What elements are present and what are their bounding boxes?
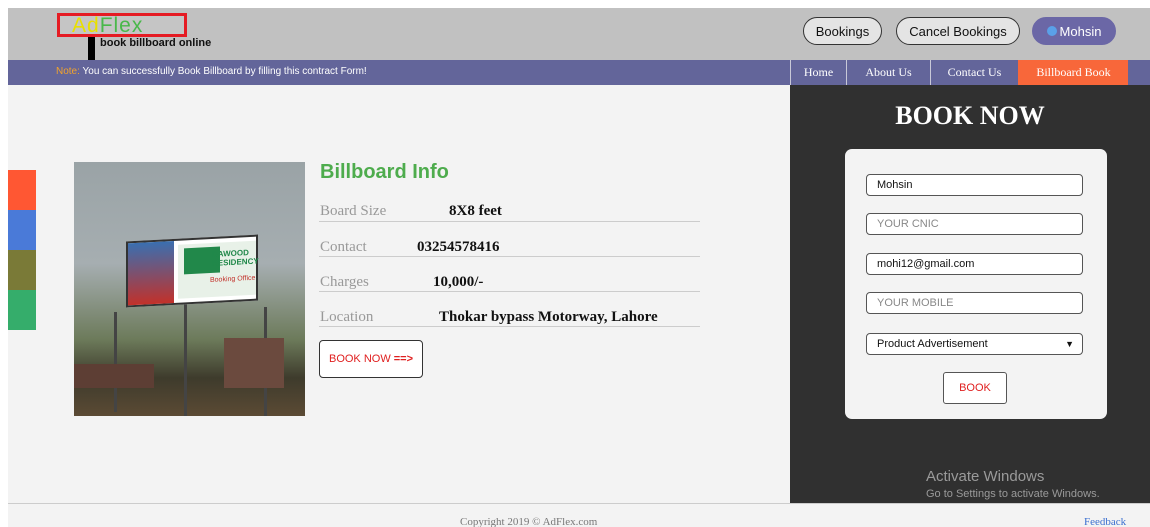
mobile-field[interactable]: YOUR MOBILE: [866, 292, 1083, 314]
board-size-value: 8X8 feet: [449, 203, 502, 219]
charges-label: Charges: [320, 274, 369, 290]
cnic-field[interactable]: YOUR CNIC: [866, 213, 1083, 235]
contact-label: Contact: [320, 239, 367, 255]
feedback-link[interactable]: Feedback: [1084, 516, 1126, 527]
logo-ad: Ad: [72, 14, 100, 37]
billboard-info-title: Billboard Info: [320, 161, 449, 183]
divider: [319, 256, 700, 257]
tagline: book billboard online: [100, 37, 212, 49]
nav-contact-us[interactable]: Contact Us: [930, 60, 1018, 85]
header: AdFlex book billboard online Bookings Ca…: [8, 8, 1150, 60]
logo-bar: [88, 37, 95, 60]
pole: [114, 312, 117, 412]
billboard-photo: DAWOOD RESIDENCY Booking Office: [74, 162, 305, 416]
side-bar-1[interactable]: [8, 170, 36, 210]
booking-panel-title: BOOK NOW: [895, 101, 1045, 130]
booking-form: Mohsin YOUR CNIC mohi12@gmail.com YOUR M…: [845, 149, 1107, 419]
side-bar-4[interactable]: [8, 290, 36, 330]
charges-value: 10,000/-: [433, 274, 484, 290]
arrow-icon: ==>: [393, 353, 413, 365]
chevron-down-icon: ▼: [1065, 339, 1074, 349]
nav-home[interactable]: Home: [790, 60, 846, 85]
nav-billboard-book[interactable]: Billboard Book: [1018, 60, 1128, 85]
booking-panel: BOOK NOW Mohsin YOUR CNIC mohi12@gmail.c…: [790, 85, 1150, 503]
watermark-line2: Go to Settings to activate Windows.: [926, 488, 1100, 500]
ad-type-value: Product Advertisement: [877, 338, 988, 350]
board-size-label: Board Size: [320, 203, 387, 219]
ad-type-select[interactable]: Product Advertisement ▼: [866, 333, 1083, 355]
side-bar-3[interactable]: [8, 250, 36, 290]
book-submit-button[interactable]: BOOK: [943, 372, 1007, 404]
email-field[interactable]: mohi12@gmail.com: [866, 253, 1083, 275]
nav-about-us[interactable]: About Us: [846, 60, 930, 85]
main-menu: Home About Us Contact Us Billboard Book: [790, 60, 1128, 85]
notice: Note: You can successfully Book Billboar…: [56, 66, 367, 77]
cancel-bookings-button[interactable]: Cancel Bookings: [896, 17, 1020, 45]
notice-label: Note:: [56, 66, 80, 77]
footer: Copyright 2019 © AdFlex.com Feedback: [8, 503, 1150, 527]
user-icon: [1046, 26, 1057, 36]
divider: [319, 291, 700, 292]
divider: [319, 326, 700, 327]
page: AdFlex book billboard online Bookings Ca…: [0, 0, 1150, 527]
logo-text: AdFlex: [72, 14, 143, 38]
logo[interactable]: AdFlex: [57, 13, 187, 37]
billboard-sign-text: DAWOOD RESIDENCY: [212, 248, 259, 268]
location-label: Location: [320, 309, 374, 325]
contact-value: 03254578416: [417, 239, 500, 255]
side-bar-2[interactable]: [8, 210, 36, 250]
user-name: Mohsin: [1059, 23, 1102, 39]
watermark-line1: Activate Windows: [926, 468, 1045, 485]
notice-text: You can successfully Book Billboard by f…: [79, 66, 367, 77]
book-now-label: BOOK NOW: [328, 353, 391, 365]
billboard-left-panel: [128, 240, 174, 306]
billboard-sign: DAWOOD RESIDENCY Booking Office: [126, 234, 259, 308]
location-value: Thokar bypass Motorway, Lahore: [439, 309, 658, 325]
navbar: Note: You can successfully Book Billboar…: [8, 60, 1150, 85]
building: [74, 364, 154, 388]
building: [224, 338, 284, 388]
copyright: Copyright 2019 © AdFlex.com: [460, 516, 598, 527]
logo-flex: Flex: [99, 14, 144, 37]
windows-watermark: Activate Windows Go to Settings to activ…: [926, 468, 1100, 500]
bookings-button[interactable]: Bookings: [803, 17, 882, 45]
divider: [319, 221, 700, 222]
name-field[interactable]: Mohsin: [866, 174, 1083, 196]
book-now-button[interactable]: BOOK NOW ==>: [319, 340, 423, 378]
user-menu-button[interactable]: Mohsin: [1032, 17, 1116, 45]
pole: [184, 297, 187, 416]
